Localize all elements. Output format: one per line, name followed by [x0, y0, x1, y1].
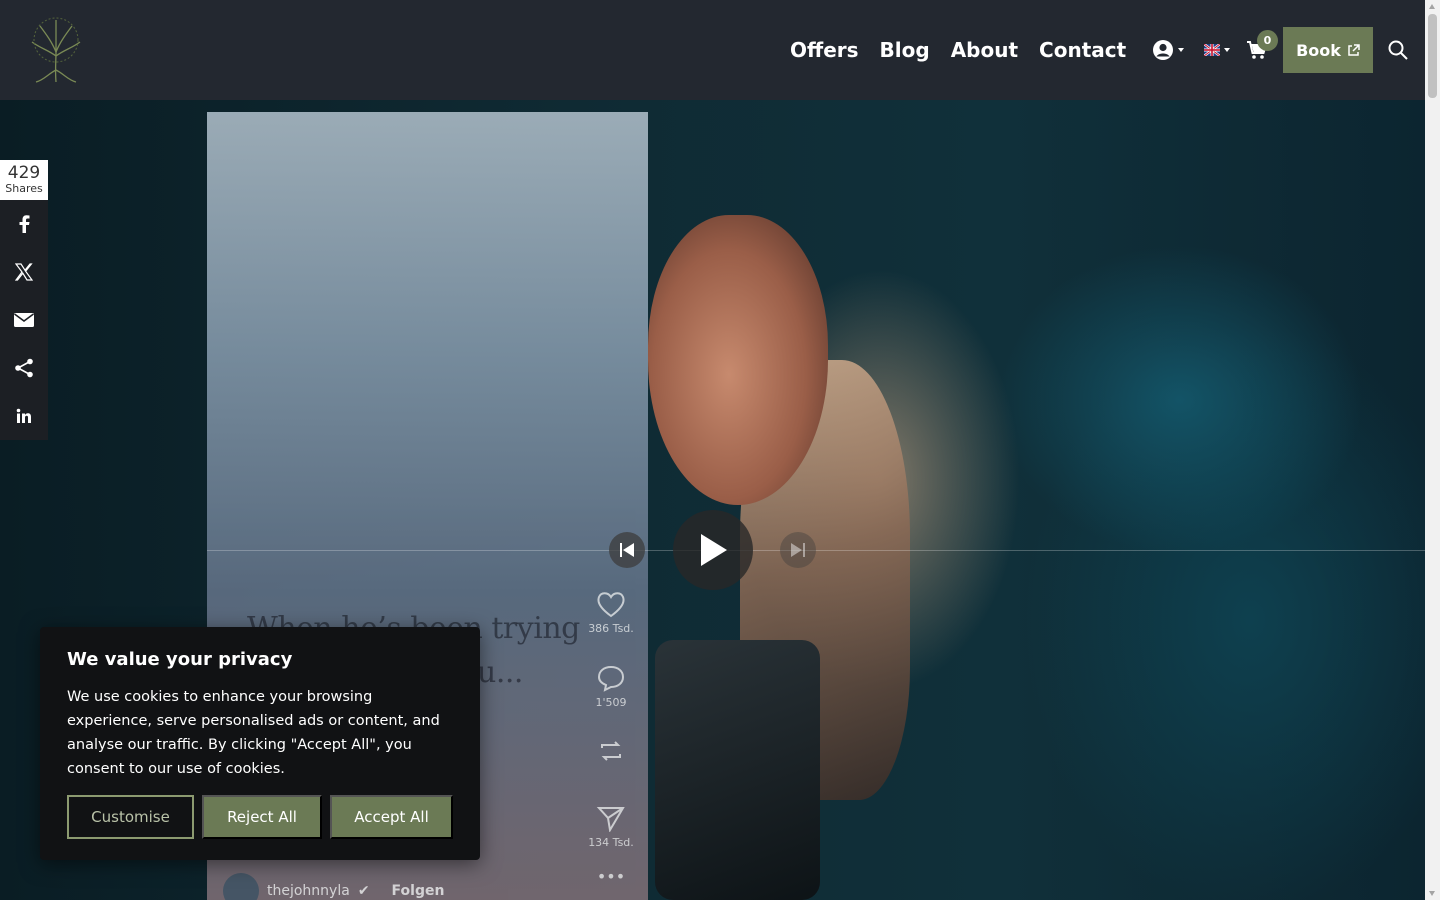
cart-count-badge: 0 — [1257, 30, 1278, 51]
chevron-down-icon — [1224, 48, 1230, 52]
tiktok-user: thejohnnyla ✔ Folgen — [223, 870, 444, 900]
x-twitter-icon — [15, 263, 33, 281]
accept-all-button[interactable]: Accept All — [330, 795, 453, 839]
cookie-description: We use cookies to enhance your browsing … — [67, 689, 440, 777]
account-menu[interactable] — [1152, 36, 1184, 64]
comment-icon — [597, 665, 625, 692]
nav-contact[interactable]: Contact — [1039, 36, 1126, 64]
customise-button[interactable]: Customise — [67, 795, 194, 839]
play-icon — [701, 534, 727, 566]
page: Offers Blog About Contact 0 Book trying … — [0, 0, 1440, 900]
cookie-consent-dialog: We value your privacy We use cookies to … — [40, 627, 480, 860]
nav-about[interactable]: About — [951, 36, 1018, 64]
share-generic-button[interactable] — [0, 344, 48, 392]
tiktok-like: 386 Tsd. — [587, 590, 635, 635]
scroll-up-arrow-icon[interactable] — [1429, 4, 1435, 9]
linkedin-icon — [16, 408, 31, 423]
tiktok-follow: Folgen — [391, 883, 445, 899]
book-button[interactable]: Book — [1283, 27, 1373, 73]
hero-image-phone — [655, 640, 820, 900]
scroll-down-arrow-icon[interactable] — [1429, 891, 1435, 896]
share-email-button[interactable] — [0, 296, 48, 344]
share-facebook-button[interactable] — [0, 200, 48, 248]
nav-offers[interactable]: Offers — [790, 36, 859, 64]
tiktok-username: thejohnnyla — [267, 883, 350, 899]
language-menu[interactable] — [1204, 36, 1230, 64]
next-button[interactable] — [780, 532, 816, 568]
share-counter: 429 Shares — [0, 160, 48, 200]
send-icon — [596, 807, 625, 832]
cookie-title: We value your privacy — [67, 649, 293, 670]
tiktok-repost — [587, 736, 635, 770]
search-button[interactable] — [1388, 36, 1408, 64]
user-circle-icon — [1153, 40, 1173, 60]
main-nav: Offers Blog About Contact — [790, 36, 1126, 64]
share-label: Shares — [5, 182, 43, 195]
scroll-thumb[interactable] — [1428, 14, 1437, 98]
tiktok-comment: 1'509 — [587, 664, 635, 709]
site-header: Offers Blog About Contact 0 Book — [0, 0, 1425, 100]
more-dots-icon: ••• — [596, 867, 626, 886]
heart-icon — [597, 592, 625, 618]
skip-previous-icon — [620, 543, 634, 557]
share-count: 429 — [7, 163, 41, 183]
share-x-button[interactable] — [0, 248, 48, 296]
tiktok-share: 134 Tsd. — [587, 804, 635, 849]
share-icon — [15, 358, 33, 378]
uk-flag-icon — [1204, 44, 1220, 56]
reject-all-button[interactable]: Reject All — [202, 795, 322, 839]
social-share-bar: 429 Shares — [0, 160, 48, 440]
page-scrollbar[interactable] — [1425, 0, 1440, 900]
nav-blog[interactable]: Blog — [880, 36, 930, 64]
avatar — [223, 873, 259, 900]
share-linkedin-button[interactable] — [0, 392, 48, 440]
play-button[interactable] — [673, 510, 753, 590]
facebook-icon — [19, 215, 30, 233]
book-label: Book — [1296, 40, 1341, 60]
verified-icon: ✔ — [357, 883, 370, 899]
cookie-buttons: Customise Reject All Accept All — [67, 795, 453, 839]
video-progress-line[interactable] — [207, 550, 1425, 551]
chevron-down-icon — [1178, 48, 1184, 52]
email-icon — [14, 313, 34, 327]
skip-next-icon — [791, 543, 805, 557]
search-icon — [1388, 40, 1408, 60]
repost-icon — [601, 741, 621, 761]
previous-button[interactable] — [609, 532, 645, 568]
hero-image-face — [648, 215, 828, 505]
external-link-icon — [1348, 43, 1360, 56]
tree-logo-icon[interactable] — [18, 12, 94, 88]
